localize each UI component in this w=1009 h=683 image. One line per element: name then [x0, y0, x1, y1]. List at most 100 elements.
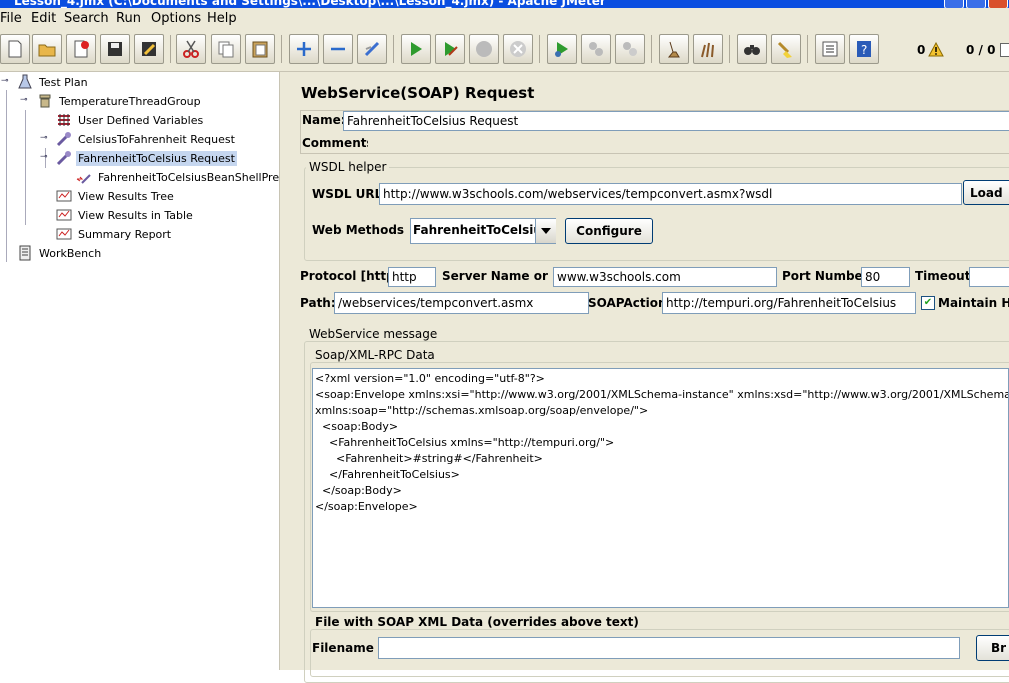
menu-file[interactable]: File — [0, 11, 22, 26]
port-label: Port Number: — [782, 269, 874, 283]
menu-options[interactable]: Options — [151, 11, 201, 26]
warning-icon[interactable] — [928, 42, 944, 57]
page-title: WebService(SOAP) Request — [301, 84, 535, 102]
web-methods-dropdown[interactable]: FahrenheitToCelsius — [410, 218, 556, 244]
timeout-field[interactable] — [969, 267, 1009, 287]
function-helper-icon[interactable] — [815, 34, 845, 64]
new-icon[interactable] — [0, 34, 30, 64]
close-window-button[interactable] — [988, 0, 1008, 8]
load-wsdl-button[interactable]: Load — [963, 180, 1009, 205]
configure-button[interactable]: Configure — [565, 218, 653, 244]
tree-item-workbench[interactable]: WorkBench — [17, 244, 103, 262]
remote-start-icon[interactable] — [547, 34, 577, 64]
tree-item-summary-report[interactable]: Summary Report — [56, 225, 173, 243]
tree-item-view-results-table[interactable]: View Results in Table — [56, 206, 195, 224]
maintain-checkbox[interactable]: ✔ — [921, 296, 935, 310]
split-pane-divider[interactable] — [279, 72, 290, 670]
path-field[interactable]: /webservices/tempconvert.asmx — [334, 292, 589, 314]
test-plan-tree: ⊸ Test Plan ⊸ TemperatureThreadGroup Use… — [0, 72, 332, 670]
tree-item-test-plan[interactable]: Test Plan — [17, 73, 90, 91]
collapse-icon[interactable] — [323, 34, 353, 64]
toolbar-separator — [807, 35, 808, 63]
thread-group-icon — [39, 94, 51, 108]
menu-run[interactable]: Run — [116, 11, 141, 26]
expand-icon[interactable] — [289, 34, 319, 64]
open-icon[interactable] — [32, 34, 62, 64]
start-no-pause-icon[interactable] — [435, 34, 465, 64]
menu-help[interactable]: Help — [207, 11, 237, 26]
help-icon[interactable]: ? — [849, 34, 879, 64]
toolbar-separator — [651, 35, 652, 63]
warning-count: 0 — [917, 43, 926, 57]
reset-search-icon[interactable] — [771, 34, 801, 64]
tree-item-user-defined-variables[interactable]: User Defined Variables — [56, 111, 205, 129]
thread-count: 0 / 0 — [966, 43, 996, 57]
maximize-button[interactable] — [966, 0, 986, 8]
comments-field[interactable] — [368, 135, 1009, 152]
expand-toggle-celsius-request[interactable]: ⊸ — [40, 133, 50, 143]
menu-bar: File Edit Search Run Options Help — [0, 8, 1009, 29]
title-bar: Lesson_4.jmx (C:\Documents and Settings\… — [0, 0, 1009, 8]
tree-item-thread-group[interactable]: TemperatureThreadGroup — [37, 92, 203, 110]
webservice-message-title: WebService message — [306, 327, 441, 341]
save-as-icon[interactable] — [134, 34, 164, 64]
collapse-toggle-thread-group[interactable]: ⊸ — [20, 95, 30, 105]
remote-exit-icon[interactable] — [615, 34, 645, 64]
toolbar: ? 0 0 / 0 — [0, 29, 1009, 72]
name-label: Name: — [302, 113, 346, 127]
browse-button[interactable]: Br — [976, 635, 1009, 661]
listener-icon — [56, 190, 72, 202]
collapse-toggle-fahrenheit-request[interactable]: ⊸ — [40, 152, 50, 162]
menu-edit[interactable]: Edit — [31, 11, 56, 26]
clear-all-icon[interactable] — [693, 34, 723, 64]
dropdown-arrow-button[interactable] — [535, 219, 556, 243]
sampler-icon — [56, 132, 71, 147]
wsdl-url-label: WSDL URL — [312, 187, 383, 201]
sampler-icon — [56, 151, 71, 166]
timeout-label: Timeout: — [915, 269, 976, 283]
status-indicator — [1000, 43, 1009, 57]
save-icon[interactable] — [100, 34, 130, 64]
soap-data-title: Soap/XML-RPC Data — [312, 348, 438, 362]
wsdl-url-field[interactable]: http://www.w3schools.com/webservices/tem… — [379, 183, 962, 205]
comments-label: Comments: — [302, 136, 379, 150]
remote-stop-icon[interactable] — [581, 34, 611, 64]
svg-text:?: ? — [861, 43, 867, 57]
soap-xml-textarea[interactable]: <?xml version="1.0" encoding="utf-8"?> <… — [312, 368, 1009, 608]
server-field[interactable]: www.w3schools.com — [553, 267, 777, 287]
tree-item-label: User Defined Variables — [78, 113, 204, 127]
close-file-icon[interactable] — [66, 34, 96, 64]
start-icon[interactable] — [401, 34, 431, 64]
listener-icon — [56, 209, 72, 221]
clear-icon[interactable] — [659, 34, 689, 64]
tree-item-celsius-request[interactable]: CelsiusToFahrenheit Request — [56, 130, 237, 148]
filename-field[interactable] — [378, 637, 960, 659]
workbench-icon — [19, 245, 31, 261]
paste-icon[interactable] — [245, 34, 275, 64]
soapaction-field[interactable]: http://tempuri.org/FahrenheitToCelsius — [662, 292, 916, 314]
name-field[interactable]: FahrenheitToCelsius Request — [343, 111, 1009, 131]
config-icon — [58, 114, 70, 126]
minimize-button[interactable] — [944, 0, 964, 8]
menu-search[interactable]: Search — [64, 11, 109, 26]
toggle-icon[interactable] — [357, 34, 387, 64]
toolbar-separator — [170, 35, 171, 63]
collapse-toggle-test-plan[interactable]: ⊸ — [1, 76, 11, 86]
preprocessor-icon — [76, 174, 91, 184]
tree-line — [25, 110, 26, 225]
protocol-field[interactable]: http — [388, 267, 436, 287]
tree-item-fahrenheit-request[interactable]: FahrenheitToCelsius Request — [56, 149, 237, 167]
search-icon[interactable] — [737, 34, 767, 64]
soap-file-title: File with SOAP XML Data (overrides above… — [312, 615, 642, 629]
tree-item-label: View Results Tree — [78, 189, 174, 203]
port-field[interactable]: 80 — [861, 267, 910, 287]
maintain-label: Maintain HTT — [938, 296, 1009, 310]
tree-item-view-results-tree[interactable]: View Results Tree — [56, 187, 176, 205]
soapaction-label: SOAPAction — [588, 296, 667, 310]
stop-icon[interactable] — [469, 34, 499, 64]
tree-item-label: TemperatureThreadGroup — [59, 94, 201, 108]
shutdown-icon[interactable] — [503, 34, 533, 64]
cut-icon[interactable] — [176, 34, 206, 64]
copy-icon[interactable] — [211, 34, 241, 64]
listener-icon — [56, 228, 72, 240]
